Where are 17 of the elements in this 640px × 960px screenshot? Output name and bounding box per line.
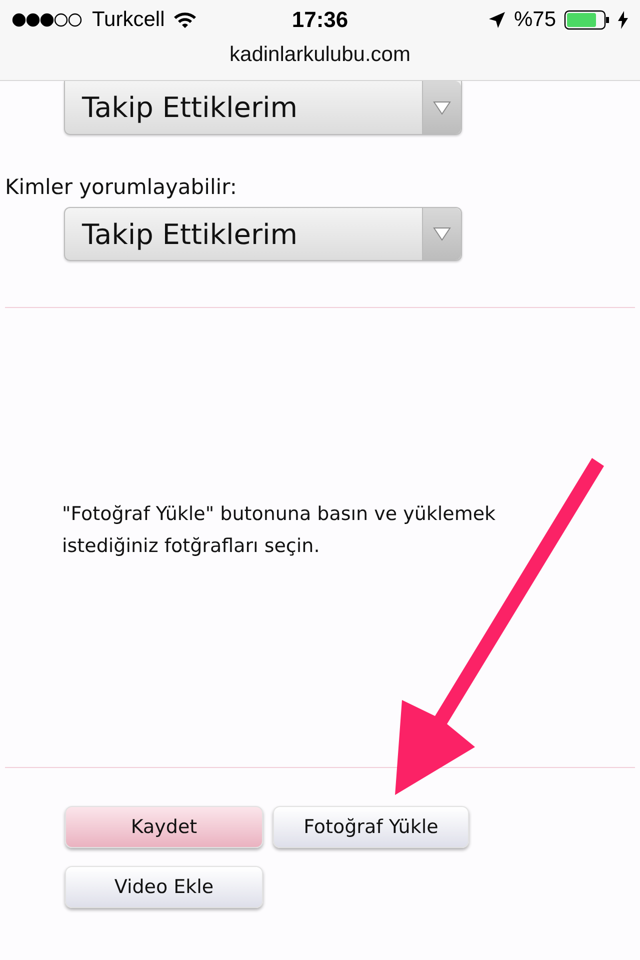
location-arrow-icon: [488, 11, 506, 29]
battery-percent: %75: [514, 8, 556, 32]
field-label: Kimler yorumlayabilir:: [5, 175, 238, 199]
dropdown-select[interactable]: Takip Ettiklerim: [64, 81, 462, 135]
dropdown-arrow-icon: [433, 100, 451, 114]
save-button[interactable]: Kaydet: [65, 806, 263, 848]
action-button[interactable]: Fotoğraf Yükle: [273, 806, 469, 848]
dropdown-arrow-icon: [433, 227, 451, 241]
dropdown-select[interactable]: Takip Ettiklerim: [64, 207, 462, 261]
wifi-icon: [172, 11, 197, 29]
action-button[interactable]: Video Ekle: [65, 866, 263, 908]
clock-time: 17:36: [292, 7, 348, 33]
carrier-name: Turkcell: [92, 8, 165, 32]
address-url: kadinlarkulubu.com: [230, 43, 410, 66]
signal-icon: [12, 13, 84, 27]
instruction-text: "Fotoğraf Yükle" butonuna basın ve yüklemek istediğiniz fotğrafları seçin.: [62, 502, 497, 559]
battery-icon: [564, 10, 610, 30]
